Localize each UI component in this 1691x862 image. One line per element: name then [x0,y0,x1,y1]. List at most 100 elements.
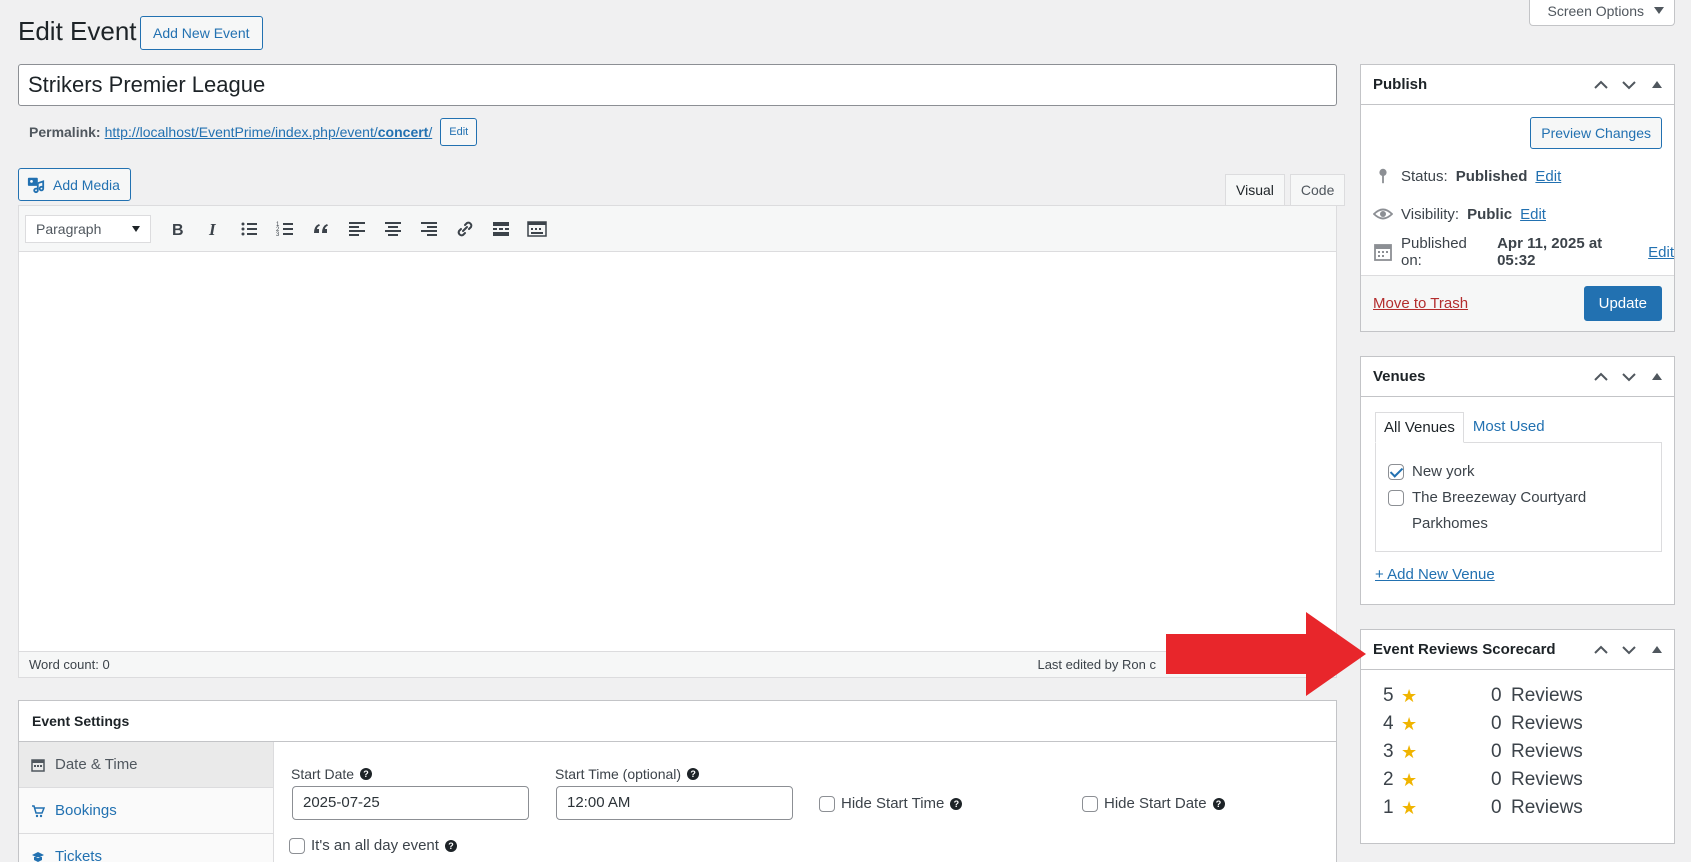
pin-icon [1373,166,1393,186]
add-new-venue-link[interactable]: + Add New Venue [1361,552,1674,583]
reviews-label: Reviews [1511,769,1583,790]
chevron-down-icon[interactable] [1620,368,1638,386]
svg-text:3: 3 [276,232,280,238]
align-left-icon[interactable] [341,213,373,245]
published-value: Apr 11, 2025 at 05:32 [1497,235,1603,269]
settings-tab-date-time[interactable]: Date & Time [19,742,273,788]
settings-tab-bookings[interactable]: Bookings [19,788,273,834]
tab-code[interactable]: Code [1289,174,1346,206]
scorecard-box: Event Reviews Scorecard 5 ★ 0 Reviews 4 ★ 0 Re… [1360,629,1675,844]
venue-item[interactable]: The Breezeway Courtyard Parkhomes [1388,485,1649,537]
annotation-arrow-icon [1166,612,1366,696]
align-right-icon[interactable] [413,213,445,245]
caret-down-icon [1654,7,1664,14]
score-row: 2 ★ 0 Reviews [1361,766,1674,794]
hide-start-date-field: Hide Start Date ? [1082,795,1225,812]
venue-item[interactable]: New york [1388,459,1649,485]
toolbar-toggle-icon[interactable] [521,213,553,245]
add-new-event-button[interactable]: Add New Event [140,16,263,50]
help-icon[interactable]: ? [444,839,457,852]
format-select[interactable]: Paragraph [25,214,151,243]
hide-start-time-label: Hide Start Time [841,795,945,812]
start-date-input[interactable]: 2025-07-25 [292,786,529,820]
help-icon[interactable]: ? [687,768,700,780]
chevron-up-icon[interactable] [1592,76,1610,94]
read-more-icon[interactable] [485,213,517,245]
publish-box: Publish Preview Changes Status: Publishe… [1360,64,1675,332]
blockquote-icon[interactable] [305,213,337,245]
published-edit-link[interactable]: Edit [1648,244,1674,261]
collapse-toggle-icon[interactable] [1652,646,1662,653]
collapse-toggle-icon[interactable] [1652,81,1662,88]
box-controls [1592,641,1662,659]
scorecard-box-header: Event Reviews Scorecard [1361,630,1674,670]
tab-visual[interactable]: Visual [1225,174,1285,206]
score-row: 4 ★ 0 Reviews [1361,710,1674,738]
add-media-label: Add Media [53,176,120,193]
venue-tabs: All Venues Most Used [1361,397,1674,443]
all-day-field: It's an all day event ? [289,837,457,854]
event-title-input[interactable]: Strikers Premier League [18,64,1337,106]
chevron-up-icon[interactable] [1592,368,1610,386]
help-icon[interactable]: ? [950,797,963,810]
visibility-edit-link[interactable]: Edit [1520,206,1546,223]
chevron-down-icon[interactable] [1620,641,1638,659]
align-center-icon[interactable] [377,213,409,245]
screen-options-label: Screen Options [1547,2,1645,19]
update-button[interactable]: Update [1583,286,1662,321]
visibility-label: Visibility: [1401,205,1460,223]
preview-changes-button[interactable]: Preview Changes [1530,117,1662,149]
star-icon: ★ [1401,797,1418,818]
editor-content-area[interactable] [19,252,1336,652]
settings-tab-label: Bookings [55,802,117,819]
published-label: Published on: [1401,235,1467,269]
box-controls [1592,76,1662,94]
all-day-checkbox[interactable] [289,837,305,854]
star-icon: ★ [1401,685,1418,706]
tab-all-venues[interactable]: All Venues [1375,412,1464,443]
collapse-toggle-icon[interactable] [1652,373,1662,380]
permalink-edit-button[interactable]: Edit [440,118,478,146]
chevron-down-icon[interactable] [1620,76,1638,94]
hide-start-date-label: Hide Start Date [1104,795,1207,812]
star-level: 3 [1383,741,1394,762]
numbered-list-icon[interactable]: 123 [269,213,301,245]
hide-start-time-checkbox[interactable] [819,795,835,812]
cart-icon [32,804,45,817]
help-icon[interactable]: ? [1212,797,1225,810]
media-icon [27,176,45,194]
help-icon[interactable]: ? [360,768,373,780]
reviews-label: Reviews [1511,797,1583,818]
bulleted-list-icon[interactable] [233,213,265,245]
permalink-trailing: / [428,124,433,140]
link-icon[interactable] [449,213,481,245]
scorecard-title: Event Reviews Scorecard [1373,641,1556,658]
tab-most-used[interactable]: Most Used [1464,411,1554,442]
start-time-input[interactable]: 12:00 AM [556,786,793,820]
permalink-label: Permalink: [29,124,101,140]
settings-tab-tickets[interactable]: Tickets [19,834,273,862]
start-date-label: Start Date ? [291,766,373,782]
content-editor: Paragraph B I 123 Word count: 0 Last edi… [18,205,1337,678]
review-count: 0 [1491,741,1502,762]
venue-checkbox[interactable] [1388,464,1404,480]
preview-row: Preview Changes [1361,105,1674,157]
status-label: Status: [1401,167,1448,185]
star-level: 5 [1383,685,1394,706]
venue-checkbox[interactable] [1388,490,1404,506]
score-rows: 5 ★ 0 Reviews 4 ★ 0 Reviews 3 ★ 0 Reviews 2 ★ 0 Revi… [1361,670,1674,822]
publish-box-header: Publish [1361,65,1674,105]
screen-options-button[interactable]: Screen Options [1528,0,1675,26]
ticket-icon [32,851,44,862]
add-media-button[interactable]: Add Media [18,168,131,201]
status-edit-link[interactable]: Edit [1535,168,1561,185]
move-to-trash-link[interactable]: Move to Trash [1373,295,1468,312]
italic-icon[interactable]: I [197,213,229,245]
permalink-link[interactable]: http://localhost/EventPrime/index.php/ev… [105,124,433,140]
chevron-up-icon[interactable] [1592,641,1610,659]
review-count: 0 [1491,797,1502,818]
bold-icon[interactable]: B [161,213,193,245]
hide-start-date-checkbox[interactable] [1082,795,1098,812]
venue-label: New york [1412,463,1475,480]
event-settings-title: Event Settings [19,701,1336,742]
